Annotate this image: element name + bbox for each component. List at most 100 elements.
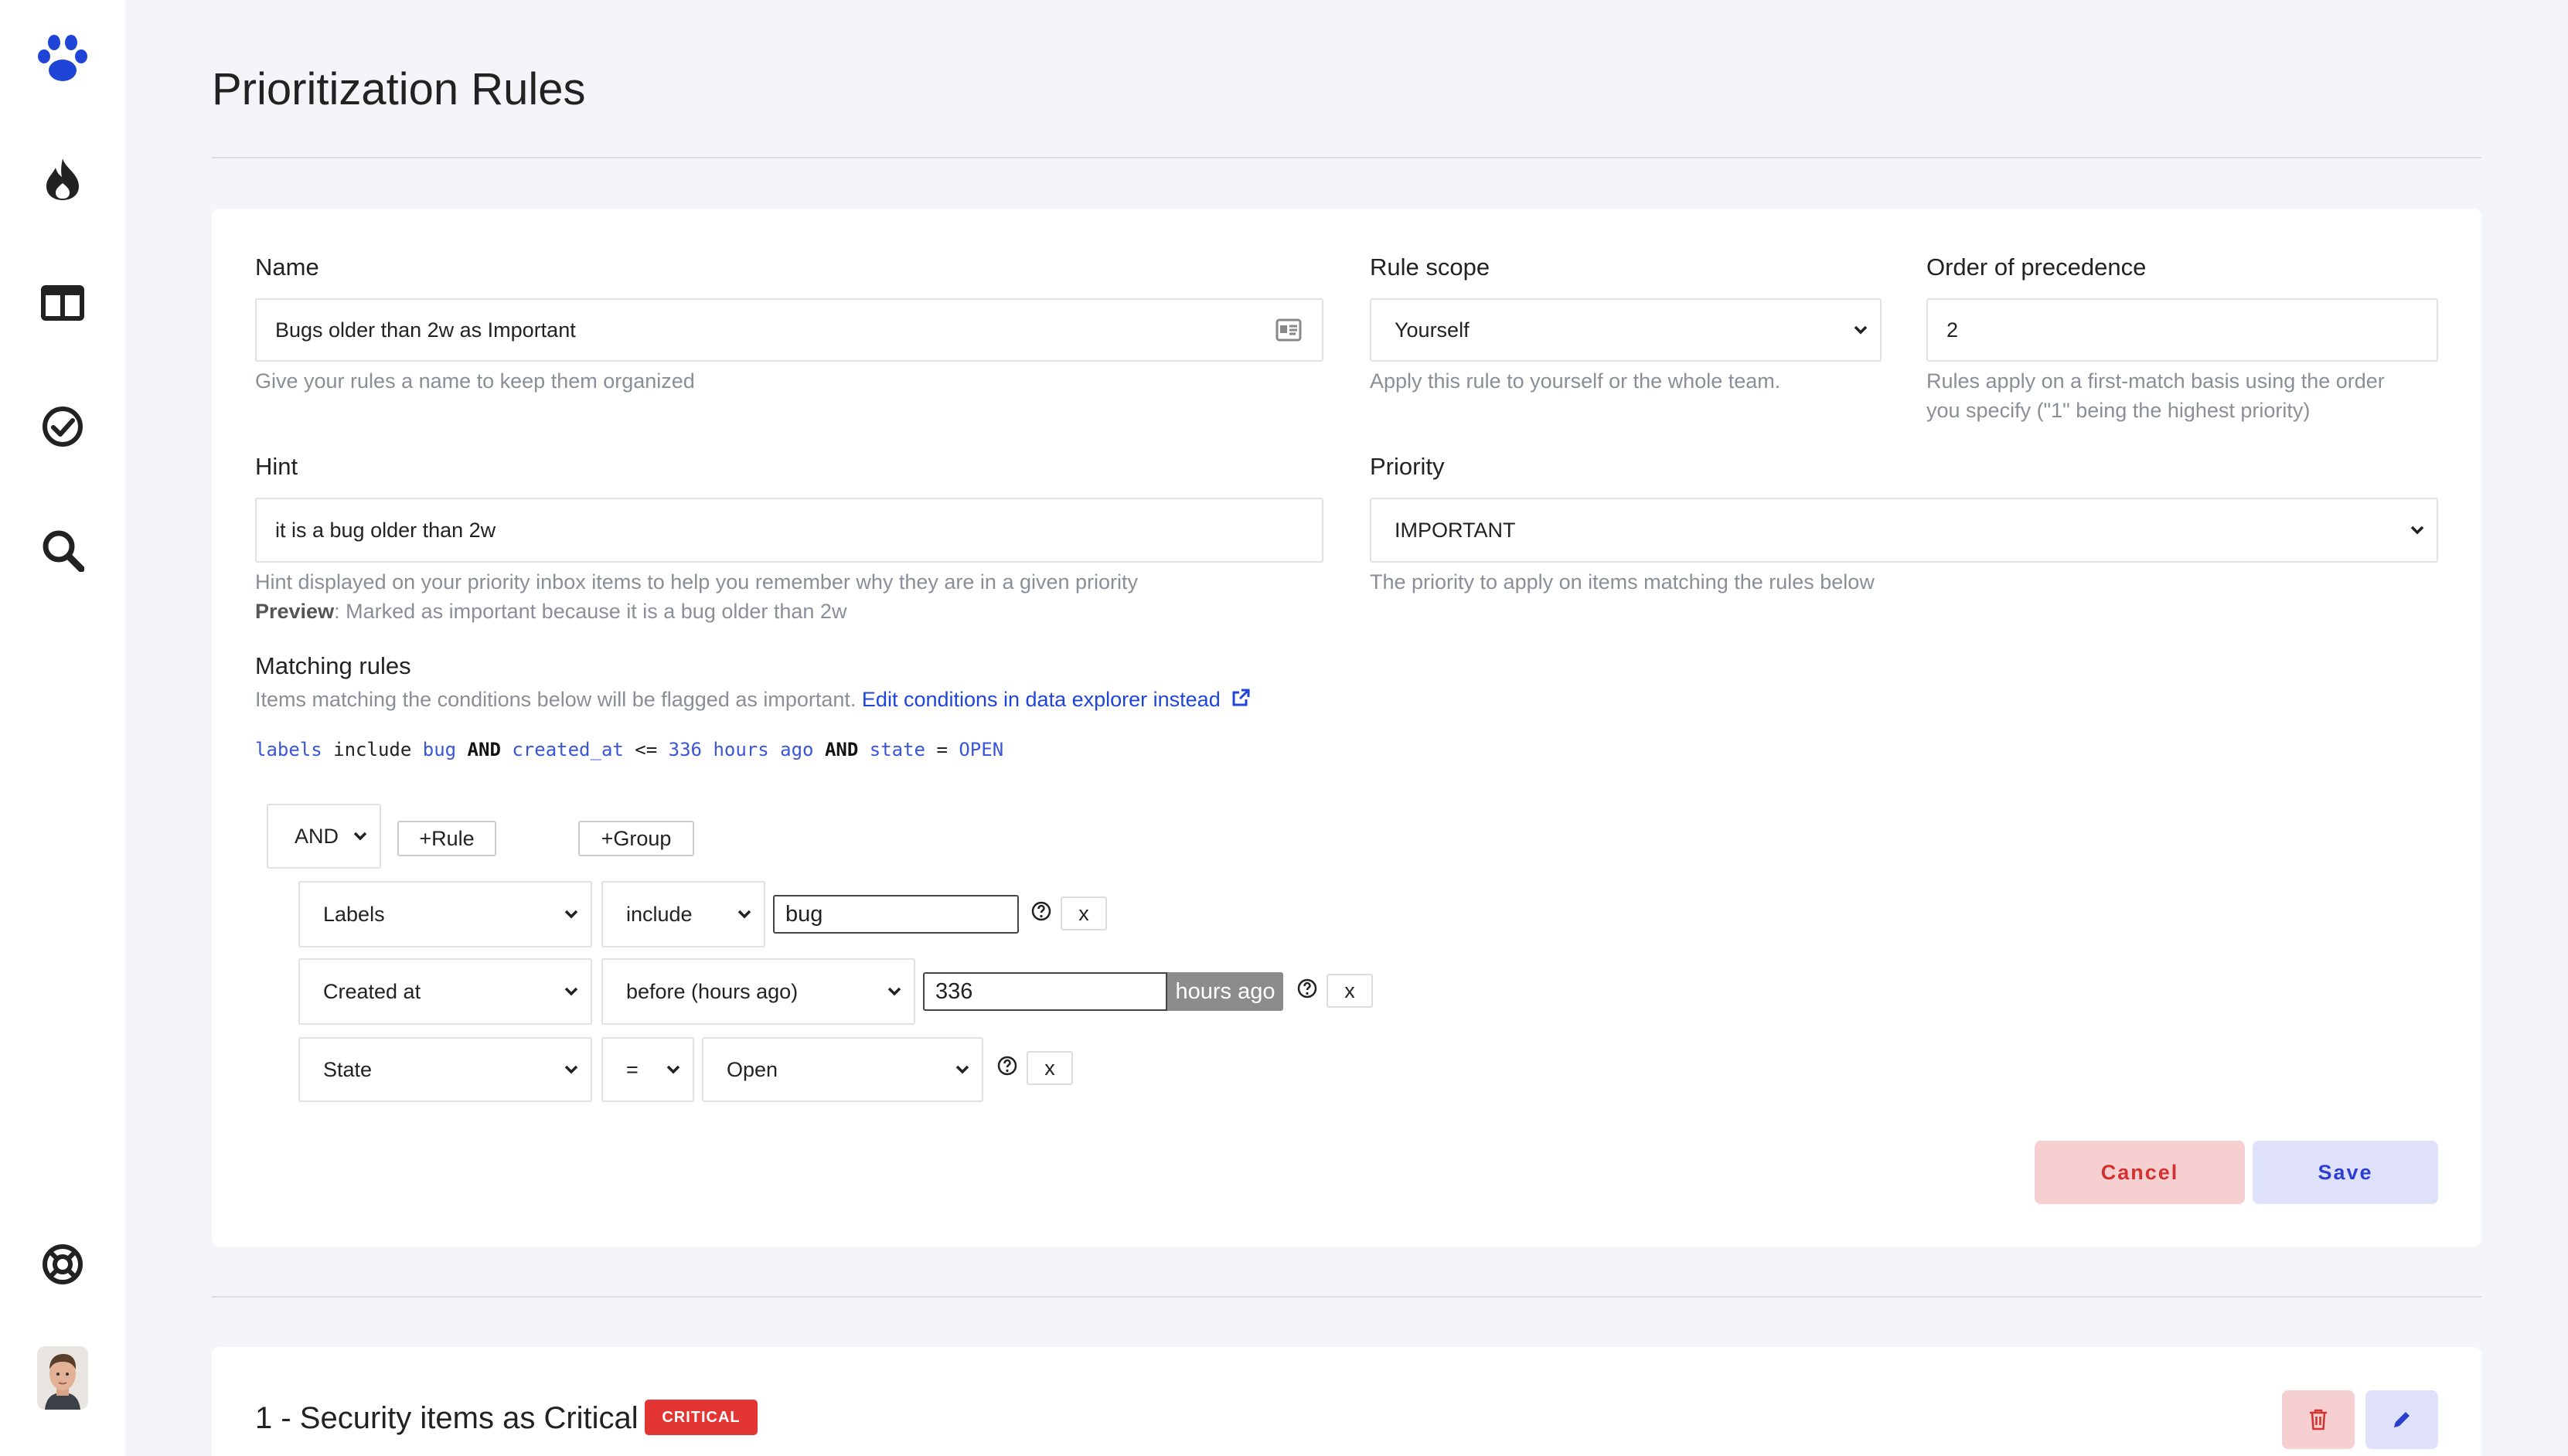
data-explorer-link[interactable]: Edit conditions in data explorer instead <box>862 688 1221 711</box>
delete-button[interactable] <box>2282 1390 2355 1449</box>
rule-operator-select[interactable]: = <box>601 1037 694 1102</box>
chevron-down-icon <box>955 1065 969 1074</box>
remove-rule-button[interactable]: x <box>1027 1051 1073 1085</box>
rule-value-input[interactable]: bug <box>773 895 1019 934</box>
order-help-line2: you specify ("1" being the highest prior… <box>1926 399 2311 422</box>
priority-label: Priority <box>1370 453 1445 480</box>
priority-value: IMPORTANT <box>1395 518 1516 542</box>
name-value: Bugs older than 2w as Important <box>275 318 576 342</box>
hint-help: Hint displayed on your priority inbox it… <box>255 570 1139 594</box>
rule-operator-value: include <box>626 902 693 926</box>
check-circle-icon[interactable] <box>0 396 125 458</box>
rule-title: 1 - Security items as Critical <box>255 1401 639 1435</box>
hours-ago-addon: hours ago <box>1167 972 1283 1011</box>
matching-label: Matching rules <box>255 652 411 679</box>
fire-icon[interactable] <box>0 148 125 210</box>
rule-editor-card: Name Bugs older than 2w as Important Giv… <box>212 209 2481 1247</box>
name-help: Give your rules a name to keep them orga… <box>255 369 695 393</box>
paw-icon[interactable] <box>0 28 125 90</box>
rule-operator-value: = <box>626 1057 639 1081</box>
rule-field-select[interactable]: Created at <box>298 958 592 1025</box>
add-rule-button[interactable]: +Rule <box>397 821 496 856</box>
rule-field-select[interactable]: State <box>298 1037 592 1102</box>
order-input[interactable]: 2 <box>1926 298 2438 362</box>
query-preview: labels include bug AND created_at <= 336… <box>255 739 1003 760</box>
query-token: AND <box>456 739 513 760</box>
query-token: 336 hours ago <box>668 739 814 760</box>
scope-label: Rule scope <box>1370 253 1490 281</box>
add-group-button[interactable]: +Group <box>578 821 694 856</box>
save-button[interactable]: Save <box>2253 1141 2438 1204</box>
order-label: Order of precedence <box>1926 253 2147 281</box>
hint-value: it is a bug older than 2w <box>275 518 496 542</box>
rule-value: bug <box>785 901 823 927</box>
query-token: OPEN <box>959 739 1004 760</box>
preview-label: Preview <box>255 600 335 623</box>
priority-help: The priority to apply on items matching … <box>1370 570 1875 594</box>
hint-preview: Preview: Marked as important because it … <box>255 597 846 626</box>
trash-icon <box>2310 1409 2327 1430</box>
chevron-down-icon <box>737 910 751 919</box>
contact-card-icon <box>1275 318 1302 347</box>
pencil-icon <box>2394 1412 2410 1427</box>
preview-text: : Marked as important because it is a bu… <box>334 600 847 623</box>
rule-field-value: Created at <box>323 979 421 1003</box>
chevron-down-icon <box>353 832 367 841</box>
query-token: AND <box>813 739 870 760</box>
lifebuoy-icon[interactable] <box>0 1233 125 1295</box>
hint-input[interactable]: it is a bug older than 2w <box>255 498 1323 563</box>
rule-operator-select[interactable]: before (hours ago) <box>601 958 915 1025</box>
chevron-down-icon <box>887 987 901 996</box>
query-token: state <box>869 739 925 760</box>
columns-icon[interactable] <box>0 272 125 334</box>
chevron-down-icon <box>1854 325 1868 335</box>
name-label: Name <box>255 253 319 281</box>
combinator-select[interactable]: AND <box>267 804 381 869</box>
chevron-down-icon <box>564 987 578 996</box>
remove-rule-button[interactable]: x <box>1061 896 1107 930</box>
matching-help-text: Items matching the conditions below will… <box>255 688 862 711</box>
matching-help: Items matching the conditions below will… <box>255 685 1251 716</box>
hint-label: Hint <box>255 453 298 480</box>
rule-card: 1 - Security items as Critical CRITICAL <box>212 1347 2481 1456</box>
avatar[interactable] <box>37 1346 88 1410</box>
rule-field-select[interactable]: Labels <box>298 881 592 947</box>
scope-select[interactable]: Yourself <box>1370 298 1882 362</box>
remove-rule-button[interactable]: x <box>1327 974 1373 1008</box>
query-token: bug <box>422 739 457 760</box>
query-token: include <box>322 739 423 760</box>
rule-operator-select[interactable]: include <box>601 881 765 947</box>
sidebar <box>0 0 125 1456</box>
combinator-value: AND <box>295 824 339 848</box>
rule-value: Open <box>727 1057 778 1081</box>
order-help-line1: Rules apply on a first-match basis using… <box>1926 369 2385 393</box>
cancel-button[interactable]: Cancel <box>2035 1141 2245 1204</box>
divider <box>212 1296 2481 1298</box>
help-icon[interactable] <box>997 1056 1017 1076</box>
query-token: <= <box>623 739 669 760</box>
edit-button[interactable] <box>2365 1390 2438 1449</box>
query-token: created_at <box>512 739 624 760</box>
chevron-down-icon <box>564 1065 578 1074</box>
priority-select[interactable]: IMPORTANT <box>1370 498 2438 563</box>
external-link-icon[interactable] <box>1231 686 1251 716</box>
chevron-down-icon <box>666 1065 680 1074</box>
query-token: labels <box>255 739 322 760</box>
rule-field-value: Labels <box>323 902 385 926</box>
help-icon[interactable] <box>1031 901 1051 921</box>
page-title: Prioritization Rules <box>212 64 586 114</box>
scope-value: Yourself <box>1395 318 1470 342</box>
scope-help: Apply this rule to yourself or the whole… <box>1370 369 1781 393</box>
divider <box>212 157 2481 158</box>
help-icon[interactable] <box>1297 978 1317 998</box>
rule-field-value: State <box>323 1057 373 1081</box>
chevron-down-icon <box>564 910 578 919</box>
critical-badge: CRITICAL <box>645 1400 758 1435</box>
search-icon[interactable] <box>0 519 125 581</box>
chevron-down-icon <box>2410 526 2424 535</box>
rule-operator-value: before (hours ago) <box>626 979 799 1003</box>
rule-value-input[interactable]: 336 <box>923 972 1167 1011</box>
main-content: Prioritization Rules Name Bugs older tha… <box>125 0 2568 1456</box>
rule-value-select[interactable]: Open <box>702 1037 983 1102</box>
name-input[interactable]: Bugs older than 2w as Important <box>255 298 1323 362</box>
